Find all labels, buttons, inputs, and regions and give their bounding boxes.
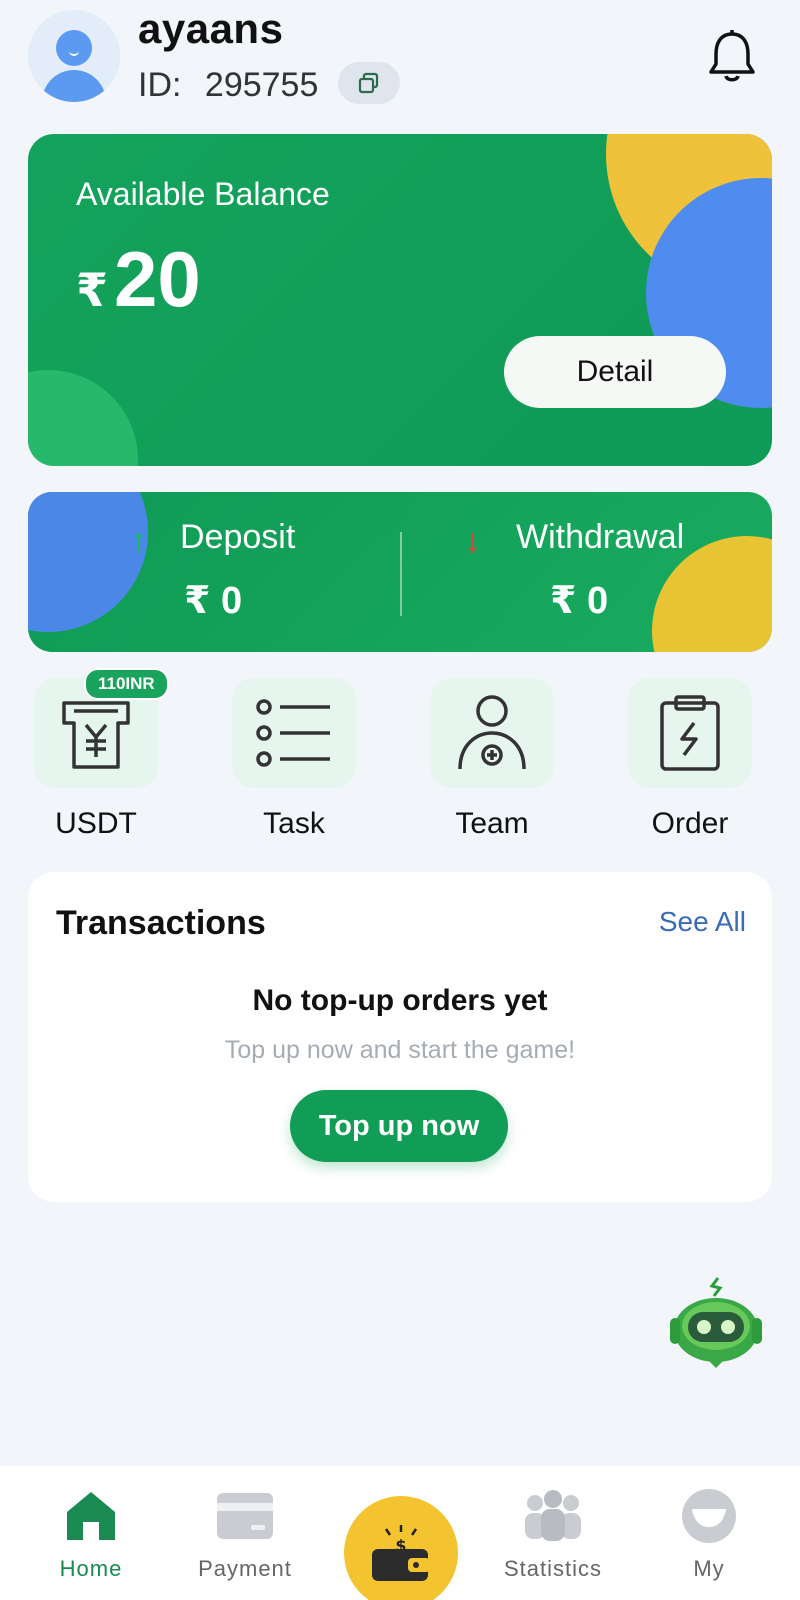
usdt-tile[interactable]: 110INR <box>34 668 169 788</box>
quick-action-order[interactable]: Order <box>628 678 752 842</box>
withdrawal-label: Withdrawal <box>516 518 685 556</box>
nav-wallet-button[interactable]: $ <box>344 1496 458 1600</box>
nav-payment[interactable]: Payment <box>180 1486 310 1582</box>
add-user-icon <box>458 695 526 770</box>
nav-my-label: My <box>693 1556 725 1581</box>
quick-action-usdt[interactable]: 110INR USDT <box>34 668 169 842</box>
usdt-label: USDT <box>55 807 137 840</box>
nav-my[interactable]: My <box>644 1486 774 1582</box>
transactions-title: Transactions <box>56 904 266 942</box>
deposit-value: ₹ 0 <box>184 580 243 622</box>
detail-button[interactable]: Detail <box>504 336 726 408</box>
balance-value: 20 <box>114 235 201 323</box>
receipt-yuan-icon <box>62 701 130 769</box>
empty-state-title: No top-up orders yet <box>252 984 548 1017</box>
balance-card: Available Balance ₹ 20 Detail <box>28 134 772 466</box>
username: ayaans <box>138 5 284 52</box>
order-label: Order <box>651 807 729 840</box>
user-id: ID: 295755 <box>138 64 318 106</box>
bonus-badge: 110INR <box>84 668 169 700</box>
people-icon <box>525 1490 581 1541</box>
wallet-icon: $ <box>372 1525 430 1581</box>
arrow-up-icon: ↑ <box>130 522 147 560</box>
divider <box>400 532 402 616</box>
task-tile[interactable] <box>232 678 356 788</box>
list-icon <box>256 699 330 767</box>
transactions-card: Transactions See All No top-up orders ye… <box>28 872 772 1202</box>
balance-label: Available Balance <box>76 176 330 212</box>
nav-home-label: Home <box>59 1556 123 1581</box>
nav-statistics[interactable]: Statistics <box>488 1486 618 1582</box>
deposit-section[interactable]: ↑ Deposit ₹ 0 <box>128 492 388 652</box>
arrow-down-icon: ↓ <box>464 522 481 560</box>
nav-statistics-label: Statistics <box>503 1556 603 1581</box>
nav-payment-label: Payment <box>198 1556 292 1581</box>
withdrawal-section[interactable]: ↓ Withdrawal ₹ 0 <box>460 492 760 652</box>
user-id-value: 295755 <box>204 66 319 104</box>
quick-action-team[interactable]: Team <box>430 678 554 842</box>
clipboard-bolt-icon <box>660 695 720 771</box>
team-tile[interactable] <box>430 678 554 788</box>
order-tile[interactable] <box>628 678 752 788</box>
currency-symbol: ₹ <box>76 264 109 316</box>
task-label: Task <box>263 807 325 840</box>
withdrawal-value: ₹ 0 <box>550 580 609 622</box>
support-bot-icon[interactable] <box>668 1276 764 1372</box>
see-all-link[interactable]: See All <box>659 906 746 938</box>
copy-id-button[interactable] <box>338 62 400 104</box>
avatar[interactable] <box>28 10 120 102</box>
balance-amount: ₹ 20 <box>76 234 201 324</box>
team-label: Team <box>455 807 529 840</box>
nav-home[interactable]: Home <box>26 1486 156 1582</box>
deposit-label: Deposit <box>180 518 296 556</box>
card-icon <box>217 1493 273 1539</box>
copy-icon <box>358 72 379 94</box>
quick-action-task[interactable]: Task <box>232 678 356 842</box>
home-icon <box>67 1492 115 1540</box>
bell-icon[interactable] <box>706 28 758 84</box>
empty-state-subtitle: Top up now and start the game! <box>224 1036 576 1064</box>
deposit-withdrawal-card: ↑ Deposit ₹ 0 ↓ Withdrawal ₹ 0 <box>28 492 772 652</box>
user-id-label: ID: <box>138 66 182 104</box>
top-up-button[interactable]: Top up now <box>290 1090 508 1162</box>
profile-icon <box>682 1489 736 1543</box>
